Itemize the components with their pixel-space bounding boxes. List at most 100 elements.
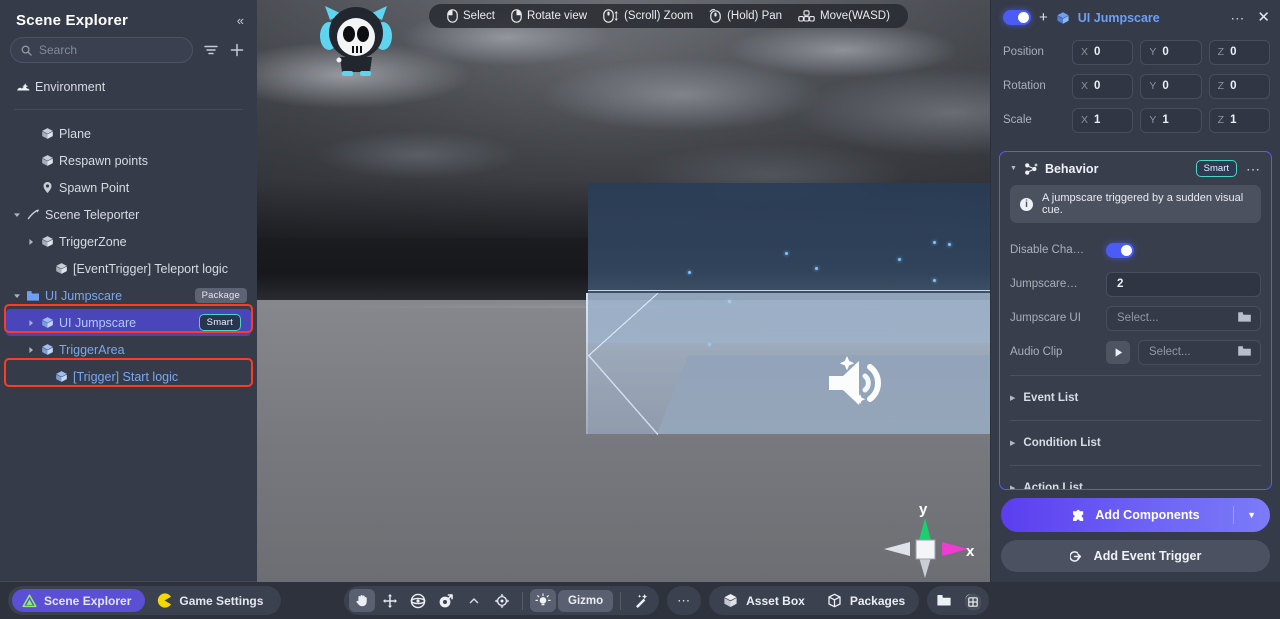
section-action-list[interactable]: ▶Action List: [1000, 472, 1271, 490]
chevron-down-icon[interactable]: ▼: [1010, 165, 1017, 172]
ellipsis-icon[interactable]: ⋯: [1230, 11, 1245, 25]
tree-caret[interactable]: [24, 238, 38, 246]
add-components-button[interactable]: Add Components ▼: [1001, 498, 1270, 532]
tool-expand-button[interactable]: [461, 589, 487, 612]
chevron-right-icon[interactable]: ▶: [1010, 439, 1015, 447]
sidebar-item-ui-jumpscare[interactable]: UI JumpscarePackage: [0, 282, 257, 309]
search-input[interactable]: [39, 43, 182, 57]
add-event-trigger-button[interactable]: Add Event Trigger: [1001, 540, 1270, 572]
scene-viewport[interactable]: Select Rotate view (Scroll) Zoom (Hold) …: [257, 0, 990, 582]
audio-source-gizmo[interactable]: [825, 352, 903, 414]
close-icon[interactable]: ✕: [1257, 10, 1270, 25]
chevron-down-icon[interactable]: ▼: [1247, 510, 1256, 520]
gizmo-toggle-button[interactable]: Gizmo: [558, 590, 613, 612]
transform-tool-button[interactable]: [489, 589, 515, 612]
tab-scene-explorer[interactable]: Scene Explorer: [12, 589, 145, 612]
folder-icon[interactable]: [1237, 310, 1252, 326]
plus-icon[interactable]: [229, 42, 245, 58]
cube-icon: [41, 127, 54, 140]
sidebar-item-environment[interactable]: Environment: [0, 73, 257, 100]
rotation-z-field[interactable]: Z0: [1209, 74, 1270, 99]
inspector-panel: + UI Jumpscare ⋯ ✕ PositionX0Y0Z0Rotatio…: [990, 0, 1280, 582]
button-divider: [1233, 506, 1234, 524]
position-z-field[interactable]: Z0: [1209, 40, 1270, 65]
grid-toggle-button[interactable]: [960, 589, 986, 615]
tree-caret[interactable]: [24, 346, 38, 354]
sidebar-item-triggerzone[interactable]: TriggerZone: [0, 228, 257, 255]
packages-button[interactable]: Packages: [817, 589, 915, 612]
behavior-title: Behavior: [1045, 162, 1099, 176]
folder-button[interactable]: [931, 589, 957, 612]
behavior-header[interactable]: ▼ Behavior Smart ⋯: [1000, 160, 1271, 185]
pacman-icon: [157, 593, 172, 608]
sidebar-item-label: Environment: [35, 80, 105, 94]
scale-z-field[interactable]: Z1: [1209, 108, 1270, 133]
move-tool-button[interactable]: [377, 589, 403, 612]
chevron-right-icon[interactable]: ▶: [1010, 394, 1015, 402]
chevron-down-icon[interactable]: [13, 292, 21, 300]
sidebar-item-trigger-start-logic[interactable]: [Trigger] Start logic: [0, 363, 257, 390]
axis-value: 1: [1162, 114, 1168, 126]
audio-play-button[interactable]: [1106, 341, 1130, 364]
axis-label: X: [1081, 114, 1088, 126]
player-avatar[interactable]: [312, 2, 400, 80]
chevron-down-icon[interactable]: [13, 211, 21, 219]
folder-icon[interactable]: [1237, 344, 1252, 357]
hint-select-label: Select: [463, 10, 495, 22]
chevron-double-left-icon[interactable]: «: [237, 14, 243, 27]
section-condition-list[interactable]: ▶Condition List: [1000, 427, 1271, 459]
section-title: Event List: [1023, 392, 1078, 404]
hand-tool-button[interactable]: [349, 589, 375, 612]
tree-caret[interactable]: [10, 211, 24, 219]
tree-caret[interactable]: [24, 319, 38, 327]
object-enabled-toggle[interactable]: [1003, 10, 1031, 25]
plus-icon[interactable]: +: [1039, 10, 1048, 25]
sidebar-item-scene-teleporter[interactable]: Scene Teleporter: [0, 201, 257, 228]
section-event-list[interactable]: ▶ Event List: [1000, 382, 1271, 414]
chevron-right-icon[interactable]: [27, 319, 35, 327]
asset-box-button[interactable]: Asset Box: [713, 589, 815, 612]
magic-wand-button[interactable]: [628, 589, 654, 612]
move-arrows-icon: [382, 593, 398, 609]
jumpscare-ui-select[interactable]: Select...: [1106, 306, 1261, 331]
rotation-x-field[interactable]: X0: [1072, 74, 1133, 99]
jumpscare-input[interactable]: 2: [1106, 272, 1261, 297]
tab-label: Scene Explorer: [44, 594, 131, 608]
audio-clip-select[interactable]: Select...: [1138, 340, 1261, 365]
position-y-field[interactable]: Y0: [1140, 40, 1201, 65]
sidebar-search-row: [0, 37, 257, 63]
chevron-right-icon[interactable]: [27, 346, 35, 354]
mouse-scroll-icon: [603, 9, 619, 23]
property-row-disable-cha: Disable Cha…: [1000, 233, 1271, 267]
folder-icon[interactable]: [1237, 310, 1252, 323]
scale-y-field[interactable]: Y1: [1140, 108, 1201, 133]
hint-rotate-view: Rotate view: [505, 9, 593, 23]
property-label: Disable Cha…: [1010, 244, 1098, 256]
light-toggle-button[interactable]: [530, 589, 556, 612]
disable-cha-toggle[interactable]: [1106, 243, 1134, 258]
sidebar-item-respawn-points[interactable]: Respawn points: [0, 147, 257, 174]
rotation-y-field[interactable]: Y0: [1140, 74, 1201, 99]
tree-caret[interactable]: [10, 292, 24, 300]
sidebar-item-ui-jumpscare[interactable]: UI JumpscareSmart: [6, 309, 251, 336]
scale-x-field[interactable]: X1: [1072, 108, 1133, 133]
add-event-trigger-label: Add Event Trigger: [1094, 549, 1202, 563]
axis-orientation-gizmo[interactable]: y x: [872, 492, 982, 582]
scale-tool-button[interactable]: [433, 589, 459, 612]
chevron-right-icon[interactable]: [27, 238, 35, 246]
search-box[interactable]: [10, 37, 193, 63]
tab-game-settings[interactable]: Game Settings: [147, 589, 277, 612]
filter-icon[interactable]: [203, 42, 219, 58]
viewport-control-hints: Select Rotate view (Scroll) Zoom (Hold) …: [429, 4, 908, 28]
rotate-tool-button[interactable]: [405, 589, 431, 612]
hint-move-wasd: Move(WASD): [792, 10, 896, 22]
ellipsis-icon[interactable]: ⋯: [1246, 162, 1261, 176]
sidebar-item-plane[interactable]: Plane: [0, 120, 257, 147]
position-x-field[interactable]: X0: [1072, 40, 1133, 65]
more-tools-button[interactable]: ⋯: [667, 586, 701, 615]
sidebar-item-label: UI Jumpscare: [45, 289, 122, 303]
sidebar-item-eventtrigger-teleport-logic[interactable]: [EventTrigger] Teleport logic: [0, 255, 257, 282]
sidebar-item-triggerarea[interactable]: TriggerArea: [0, 336, 257, 363]
sidebar-item-spawn-point[interactable]: Spawn Point: [0, 174, 257, 201]
folder-icon[interactable]: [1237, 344, 1252, 360]
